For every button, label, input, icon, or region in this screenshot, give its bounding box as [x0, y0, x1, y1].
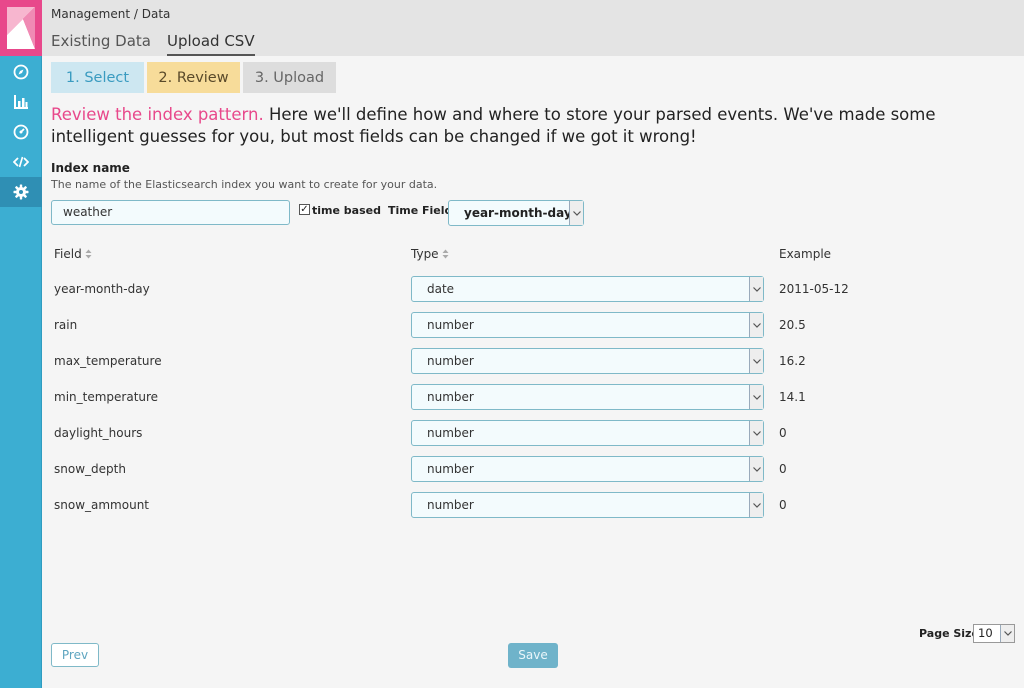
breadcrumb-parent[interactable]: Management — [51, 7, 130, 21]
type-select[interactable]: number — [411, 348, 764, 374]
type-select[interactable]: number — [411, 312, 764, 338]
example-value: 16.2 — [779, 354, 806, 368]
table-row: max_temperature number 16.2 — [51, 348, 1011, 384]
chevron-down-icon — [749, 349, 763, 373]
wizard-steps: 1. Select 2. Review 3. Upload — [51, 62, 339, 93]
time-field-select[interactable]: year-month-day — [448, 200, 584, 226]
tab-existing-data[interactable]: Existing Data — [51, 32, 151, 56]
type-value: date — [427, 282, 455, 296]
type-value: number — [427, 462, 474, 476]
sort-icon — [85, 249, 92, 259]
column-header-example: Example — [779, 247, 831, 261]
example-value: 0 — [779, 498, 787, 512]
page-size-label: Page Size — [919, 627, 979, 640]
nav-dev-tools[interactable] — [0, 147, 42, 177]
code-icon — [13, 156, 29, 168]
time-based-label[interactable]: time based — [312, 204, 381, 217]
type-select[interactable]: number — [411, 456, 764, 482]
intro-highlight: Review the index pattern. — [51, 105, 264, 124]
field-name: rain — [54, 318, 78, 332]
field-name: daylight_hours — [54, 426, 143, 440]
chevron-down-icon — [569, 201, 583, 225]
type-value: number — [427, 354, 474, 368]
type-select[interactable]: number — [411, 492, 764, 518]
column-header-example-label: Example — [779, 247, 832, 261]
column-header-field[interactable]: Field — [54, 247, 92, 261]
table-row: snow_ammount number 0 — [51, 492, 1011, 528]
kibana-logo[interactable] — [0, 0, 42, 56]
time-field-value: year-month-day — [464, 206, 572, 220]
tab-upload-csv[interactable]: Upload CSV — [167, 32, 255, 56]
time-field-label: Time Field — [388, 204, 453, 217]
field-name: snow_ammount — [54, 498, 150, 512]
example-value: 0 — [779, 462, 787, 476]
type-value: number — [427, 426, 474, 440]
example-value: 2011-05-12 — [779, 282, 849, 296]
chevron-down-icon — [749, 313, 763, 337]
gear-icon — [13, 184, 29, 200]
logo-icon — [7, 7, 35, 49]
type-select[interactable]: number — [411, 384, 764, 410]
time-based-checkbox[interactable]: ✓ — [299, 204, 310, 215]
page-size-value: 10 — [978, 626, 993, 640]
field-name: min_temperature — [54, 390, 159, 404]
sort-icon — [442, 249, 449, 259]
field-name: snow_depth — [54, 462, 126, 476]
tabs: Existing Data Upload CSV — [51, 32, 271, 56]
table-row: daylight_hours number 0 — [51, 420, 1011, 456]
type-value: number — [427, 318, 474, 332]
breadcrumb-current: Data — [141, 7, 171, 21]
chevron-down-icon — [749, 457, 763, 481]
column-header-field-label: Field — [54, 247, 82, 261]
top-bar: Management / Data Existing Data Upload C… — [42, 0, 1024, 56]
step-select[interactable]: 1. Select — [51, 62, 144, 93]
chevron-down-icon — [749, 385, 763, 409]
index-name-label: Index name — [51, 161, 130, 175]
bar-chart-icon — [14, 95, 28, 109]
nav-visualize[interactable] — [0, 87, 42, 117]
index-name-help: The name of the Elasticsearch index you … — [51, 178, 438, 191]
table-row: year-month-day date 2011-05-12 — [51, 276, 1011, 312]
prev-button[interactable]: Prev — [51, 643, 99, 667]
field-name: year-month-day — [54, 282, 150, 296]
chevron-down-icon — [749, 493, 763, 517]
column-header-type-label: Type — [411, 247, 439, 261]
type-select[interactable]: date — [411, 276, 764, 302]
example-value: 20.5 — [779, 318, 806, 332]
chevron-down-icon — [749, 421, 763, 445]
example-value: 0 — [779, 426, 787, 440]
nav-management[interactable] — [0, 177, 42, 207]
table-row: rain number 20.5 — [51, 312, 1011, 348]
save-button[interactable]: Save — [508, 643, 558, 668]
breadcrumb-separator: / — [130, 7, 142, 21]
step-upload: 3. Upload — [243, 62, 336, 93]
table-row: min_temperature number 14.1 — [51, 384, 1011, 420]
table-row: snow_depth number 0 — [51, 456, 1011, 492]
type-value: number — [427, 390, 474, 404]
dashboard-icon — [13, 124, 29, 140]
intro-text: Review the index pattern. Here we'll def… — [51, 104, 1001, 148]
index-name-input[interactable]: weather — [51, 200, 290, 225]
step-review: 2. Review — [147, 62, 240, 93]
column-header-type[interactable]: Type — [411, 247, 449, 261]
type-select[interactable]: number — [411, 420, 764, 446]
type-value: number — [427, 498, 474, 512]
chevron-down-icon — [1000, 625, 1014, 642]
page-size-select[interactable]: 10 — [973, 624, 1015, 643]
nav-dashboard[interactable] — [0, 117, 42, 147]
compass-icon — [13, 64, 29, 80]
sidebar — [0, 0, 42, 688]
chevron-down-icon — [749, 277, 763, 301]
field-name: max_temperature — [54, 354, 162, 368]
example-value: 14.1 — [779, 390, 806, 404]
nav-discover[interactable] — [0, 57, 42, 87]
breadcrumb: Management / Data — [51, 7, 170, 21]
